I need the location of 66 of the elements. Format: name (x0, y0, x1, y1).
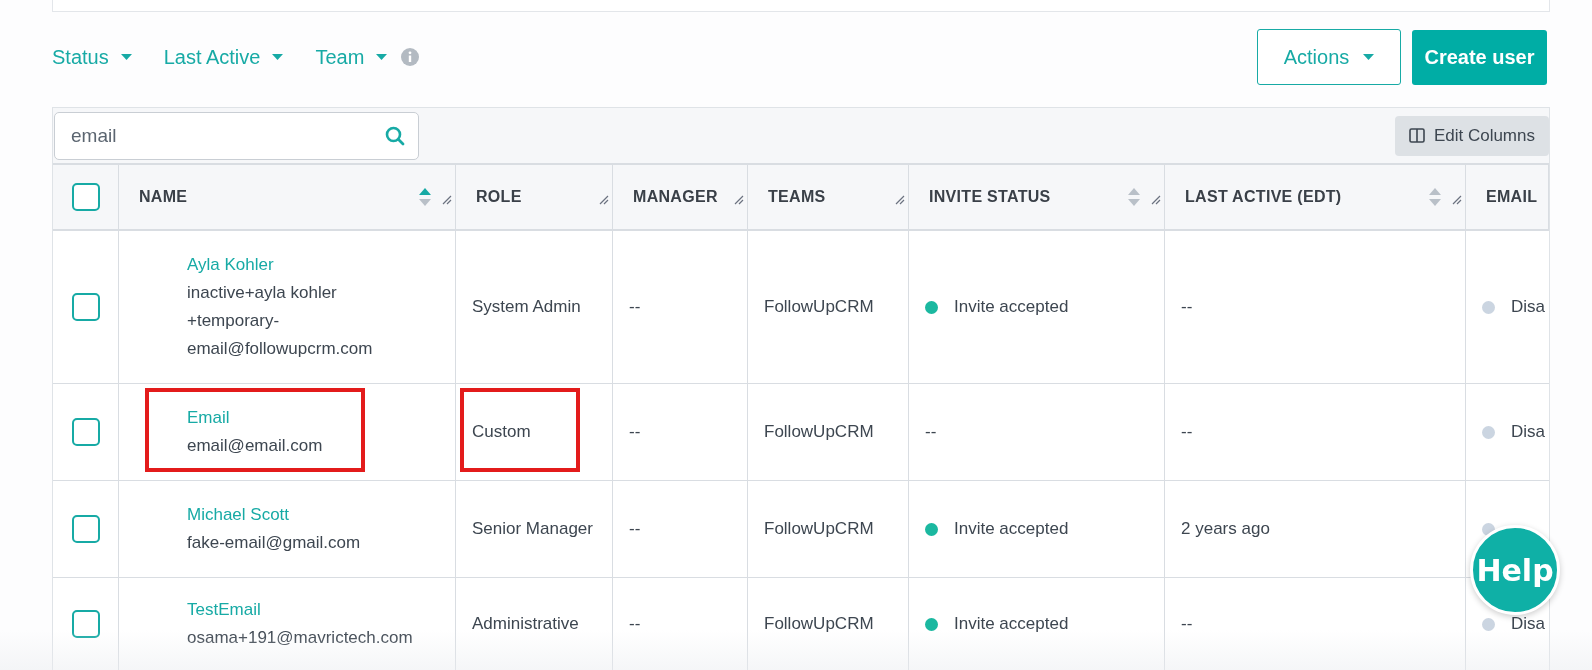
resize-handle-icon[interactable] (1151, 195, 1161, 205)
user-name-link[interactable]: Ayla Kohler (187, 251, 274, 279)
caret-icon (272, 54, 284, 60)
search-field[interactable]: email (54, 111, 419, 160)
user-name-link[interactable]: Email (187, 404, 230, 432)
resize-handle-icon[interactable] (1452, 195, 1462, 205)
team-text: FollowUpCRM (764, 613, 874, 635)
last-active-text: -- (1181, 296, 1193, 318)
manager-text: -- (629, 518, 641, 540)
caret-icon (376, 54, 388, 60)
manager-text: -- (629, 296, 641, 318)
edit-columns-button[interactable]: Edit Columns (1394, 115, 1549, 156)
filter-dropdown[interactable]: Status (52, 45, 132, 69)
column-header[interactable]: LAST ACTIVE (EDT) (1185, 188, 1429, 206)
column-header: EMAIL (1486, 188, 1538, 206)
sort-icon[interactable] (1128, 188, 1140, 206)
select-all-checkbox[interactable] (71, 183, 100, 211)
resize-handle-icon[interactable] (442, 195, 452, 205)
manager-text: -- (629, 613, 641, 635)
user-email: inactive+ayla kohler +temporary-email@followupcrm.com (187, 282, 374, 360)
create-user-button[interactable]: Create user (1412, 29, 1547, 85)
role-text: System Admin (472, 296, 581, 318)
caret-icon (120, 54, 132, 60)
status-text: Invite accepted (954, 296, 1069, 318)
last-active-text: 2 years ago (1181, 518, 1270, 540)
sort-icon[interactable] (419, 188, 431, 206)
resize-handle-icon[interactable] (734, 195, 744, 205)
team-text: FollowUpCRM (764, 518, 874, 540)
last-active-text: -- (1181, 421, 1193, 443)
status-text: -- (925, 421, 937, 443)
row-checkbox[interactable] (71, 418, 100, 446)
manager-text: -- (629, 421, 641, 443)
row-checkbox[interactable] (71, 610, 100, 638)
filter-dropdown[interactable]: Last Active (163, 45, 284, 69)
user-email: fake-email@gmail.com (187, 532, 362, 554)
user-email: email@email.com (187, 435, 324, 457)
column-header: MANAGER (633, 188, 719, 206)
status-text: Disa (1511, 613, 1545, 635)
resize-handle-icon[interactable] (599, 195, 609, 205)
actions-dropdown[interactable]: Actions (1257, 29, 1401, 85)
status-text: Invite accepted (954, 613, 1069, 635)
column-header: ROLE (476, 188, 523, 206)
role-text: Senior Manager (472, 518, 593, 540)
last-active-text: -- (1181, 613, 1193, 635)
status-text: Invite accepted (954, 518, 1069, 540)
columns-icon (1408, 128, 1425, 143)
search-icon (385, 125, 405, 146)
caret-icon (1363, 54, 1375, 60)
role-text: Custom (472, 421, 531, 443)
status-text: Disa (1511, 296, 1545, 318)
user-name-link[interactable]: TestEmail (187, 596, 261, 624)
sort-icon[interactable] (1429, 188, 1441, 206)
user-email: osama+191@mavrictech.com (187, 627, 414, 649)
team-text: FollowUpCRM (764, 421, 874, 443)
status-text: Disa (1511, 421, 1545, 443)
user-name-link[interactable]: Michael Scott (187, 501, 290, 529)
column-header[interactable]: INVITE STATUS (929, 188, 1128, 206)
column-header: TEAMS (768, 188, 827, 206)
info-icon[interactable] (401, 48, 420, 66)
row-checkbox[interactable] (71, 515, 100, 543)
team-text: FollowUpCRM (764, 296, 874, 318)
role-text: Administrative (472, 613, 579, 635)
column-header[interactable]: NAME (139, 188, 419, 206)
resize-handle-icon[interactable] (895, 195, 905, 205)
row-checkbox[interactable] (71, 293, 100, 321)
filter-dropdown[interactable]: Team (315, 45, 388, 69)
